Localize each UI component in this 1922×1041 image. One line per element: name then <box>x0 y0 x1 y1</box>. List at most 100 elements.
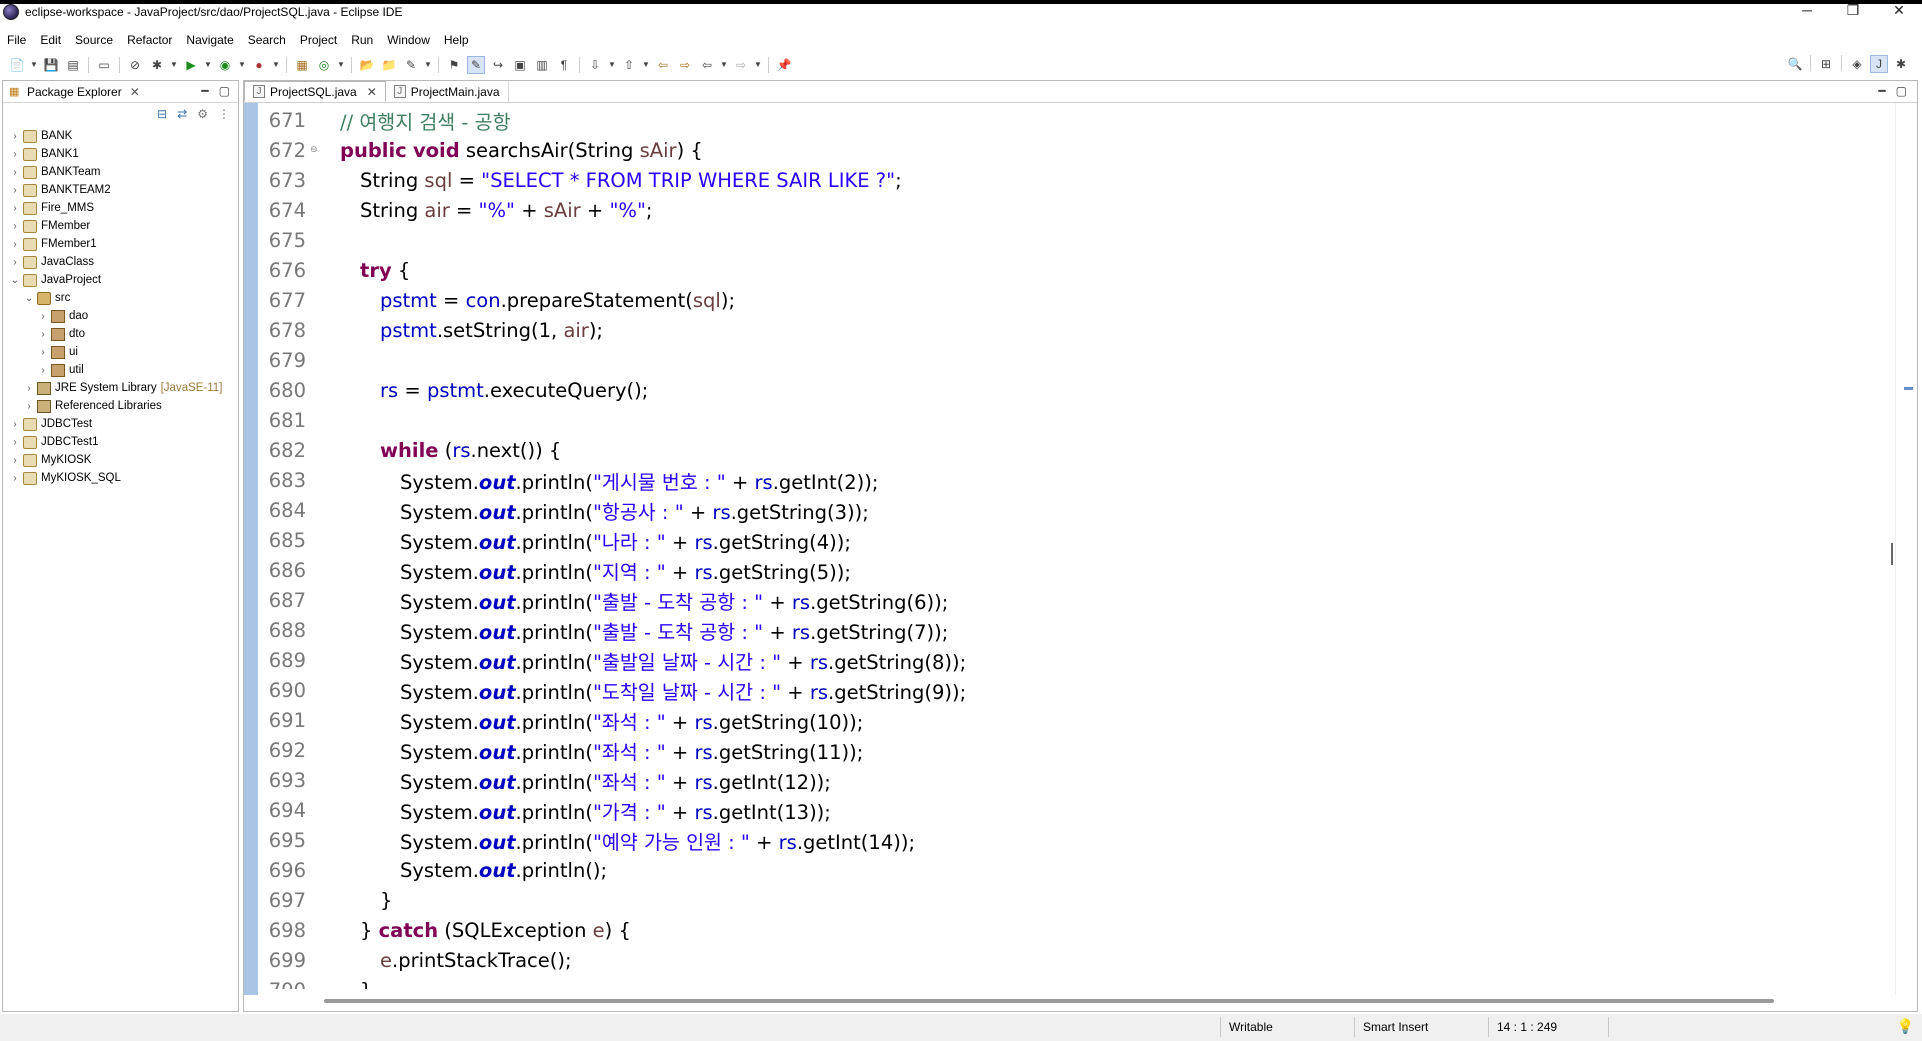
tree-item[interactable]: › BANKTeam <box>9 163 222 181</box>
code-line[interactable]: 699 e.printStackTrace(); <box>258 945 1898 975</box>
show-whitespace-icon[interactable]: ▥ <box>533 56 551 74</box>
java-perspective-icon[interactable]: J <box>1870 55 1888 73</box>
block-selection-icon[interactable]: ▣ <box>511 56 529 74</box>
external-tools-dropdown-icon[interactable]: ▼ <box>272 56 280 74</box>
search-tool-icon[interactable]: ✎ <box>402 56 420 74</box>
debug-dropdown-icon[interactable]: ▼ <box>170 56 178 74</box>
save-all-icon[interactable]: ▤ <box>64 56 82 74</box>
code-line[interactable]: 692 System.out.println("좌석 : " + rs.getSt… <box>258 735 1898 765</box>
code-line[interactable]: 695 System.out.println("예약 가능 인원 : " + rs… <box>258 825 1898 855</box>
minimize-button[interactable]: ─ <box>1784 2 1830 19</box>
previous-annotation-icon[interactable]: ⇧ <box>620 56 638 74</box>
code-line[interactable]: 690 System.out.println("도착일 날짜 - 시간 : " +… <box>258 675 1898 705</box>
open-type-icon[interactable]: 📂 <box>358 56 376 74</box>
chevron-right-icon[interactable]: › <box>23 383 35 394</box>
package-explorer-tab[interactable]: ▦ Package Explorer ✕ ━ ▢ <box>3 81 238 103</box>
navigate-forward-icon[interactable]: ⇨ <box>732 56 750 74</box>
word-wrap-icon[interactable]: ↪ <box>489 56 507 74</box>
tree-item[interactable]: › BANK <box>9 127 222 145</box>
filters-icon[interactable]: ⚙ <box>197 107 208 121</box>
navigate-back-icon[interactable]: ⇦ <box>698 56 716 74</box>
tree-item[interactable]: › JRE System Library [JavaSE-11] <box>9 379 222 397</box>
code-line[interactable]: 698} catch (SQLException e) { <box>258 915 1898 945</box>
vertical-scroll-thumb[interactable] <box>1891 543 1893 565</box>
code-line[interactable]: 693 System.out.println("좌석 : " + rs.getIn… <box>258 765 1898 795</box>
annotation-ruler[interactable] <box>244 103 258 995</box>
chevron-right-icon[interactable]: › <box>9 257 21 268</box>
code-line[interactable]: 687 System.out.println("출발 - 도착 공항 : " + … <box>258 585 1898 615</box>
tree-item[interactable]: › JavaClass <box>9 253 222 271</box>
code-line[interactable]: 691 System.out.println("좌석 : " + rs.getSt… <box>258 705 1898 735</box>
run-icon[interactable]: ▶ <box>182 56 200 74</box>
tab-projectsql[interactable]: J ProjectSQL.java ✕ <box>244 81 386 102</box>
new-class-dropdown-icon[interactable]: ▼ <box>337 56 345 74</box>
mark-occurrences-icon[interactable]: ✎ <box>467 55 485 74</box>
code-line[interactable]: 680 rs = pstmt.executeQuery(); <box>258 375 1898 405</box>
fold-toggle-icon[interactable]: ⊖ <box>310 145 320 155</box>
minimize-view-icon[interactable]: ━ <box>201 84 208 98</box>
collapse-all-icon[interactable]: ⊟ <box>157 107 167 121</box>
tree-item[interactable]: › Fire_MMS <box>9 199 222 217</box>
menu-source[interactable]: Source <box>68 33 120 47</box>
tree-item[interactable]: › util <box>9 361 222 379</box>
chevron-right-icon[interactable]: › <box>9 455 21 466</box>
debug-icon[interactable]: ✱ <box>148 56 166 74</box>
code-line[interactable]: 700} <box>258 975 1898 990</box>
tree-item[interactable]: › BANKTEAM2 <box>9 181 222 199</box>
tab-projectmain[interactable]: J ProjectMain.java <box>386 81 509 102</box>
save-icon[interactable]: 💾 <box>42 56 60 74</box>
tree-item[interactable]: › dao <box>9 307 222 325</box>
debug-perspective-icon[interactable]: ✱ <box>1892 55 1910 73</box>
tree-item[interactable]: › FMember <box>9 217 222 235</box>
menu-window[interactable]: Window <box>380 33 437 47</box>
menu-project[interactable]: Project <box>293 33 344 47</box>
code-line[interactable]: 683 System.out.println("게시물 번호 : " + rs.g… <box>258 465 1898 495</box>
search-icon[interactable]: 🔍 <box>1786 55 1804 73</box>
new-dropdown-icon[interactable]: ▼ <box>30 56 38 74</box>
chevron-right-icon[interactable]: › <box>9 149 21 160</box>
code-line[interactable]: 697} <box>258 885 1898 915</box>
occurrence-marker[interactable] <box>1904 387 1913 390</box>
overview-ruler[interactable] <box>1895 103 1917 995</box>
chevron-right-icon[interactable]: › <box>9 473 21 484</box>
menu-file[interactable]: File <box>0 33 33 47</box>
code-line[interactable]: 694 System.out.println("가격 : " + rs.getIn… <box>258 795 1898 825</box>
close-icon[interactable]: ✕ <box>130 85 140 99</box>
back-dropdown-icon[interactable]: ▼ <box>720 56 728 74</box>
back-icon[interactable]: ⇨ <box>676 56 694 74</box>
code-line[interactable]: 685 System.out.println("나라 : " + rs.getSt… <box>258 525 1898 555</box>
tree-item[interactable]: ⌄ JavaProject <box>9 271 222 289</box>
coverage-icon[interactable]: ◉ <box>216 56 234 74</box>
previous-annotation-dropdown-icon[interactable]: ▼ <box>642 56 650 74</box>
next-annotation-icon[interactable]: ⇩ <box>586 56 604 74</box>
new-java-class-icon[interactable]: ◎ <box>315 56 333 74</box>
maximize-editor-icon[interactable]: ▢ <box>1896 84 1907 98</box>
code-line[interactable]: 689 System.out.println("출발일 날짜 - 시간 : " +… <box>258 645 1898 675</box>
toggle-breadcrumb-icon[interactable]: ⚑ <box>445 56 463 74</box>
code-line[interactable]: 678 pstmt.setString(1, air); <box>258 315 1898 345</box>
chevron-right-icon[interactable]: › <box>37 365 49 376</box>
close-icon[interactable]: ✕ <box>367 85 377 99</box>
menu-navigate[interactable]: Navigate <box>179 33 240 47</box>
view-menu-icon[interactable]: ⋮ <box>218 107 230 121</box>
horizontal-scrollbar[interactable] <box>324 999 1774 1003</box>
run-dropdown-icon[interactable]: ▼ <box>204 56 212 74</box>
open-task-icon[interactable]: 📁 <box>380 56 398 74</box>
chevron-right-icon[interactable]: › <box>9 419 21 430</box>
external-tools-icon[interactable]: ● <box>250 56 268 74</box>
restore-button[interactable]: ❐ <box>1830 2 1876 19</box>
menu-run[interactable]: Run <box>344 33 380 47</box>
open-perspective-icon[interactable]: ⊞ <box>1817 55 1835 73</box>
code-line[interactable]: 676 try { <box>258 255 1898 285</box>
chevron-down-icon[interactable]: ⌄ <box>9 275 21 286</box>
tree-item[interactable]: ⌄ src <box>9 289 222 307</box>
chevron-right-icon[interactable]: › <box>23 401 35 412</box>
chevron-right-icon[interactable]: › <box>9 167 21 178</box>
forward-dropdown-icon[interactable]: ▼ <box>754 56 762 74</box>
new-icon[interactable]: 📄 <box>8 56 26 74</box>
skip-breakpoints-icon[interactable]: ⊘ <box>126 56 144 74</box>
last-edit-location-icon[interactable]: ⇦ <box>654 56 672 74</box>
java-ee-perspective-icon[interactable]: ◈ <box>1848 55 1866 73</box>
code-line[interactable]: 674 String air = "%" + sAir + "%"; <box>258 195 1898 225</box>
tree-item[interactable]: › Referenced Libraries <box>9 397 222 415</box>
